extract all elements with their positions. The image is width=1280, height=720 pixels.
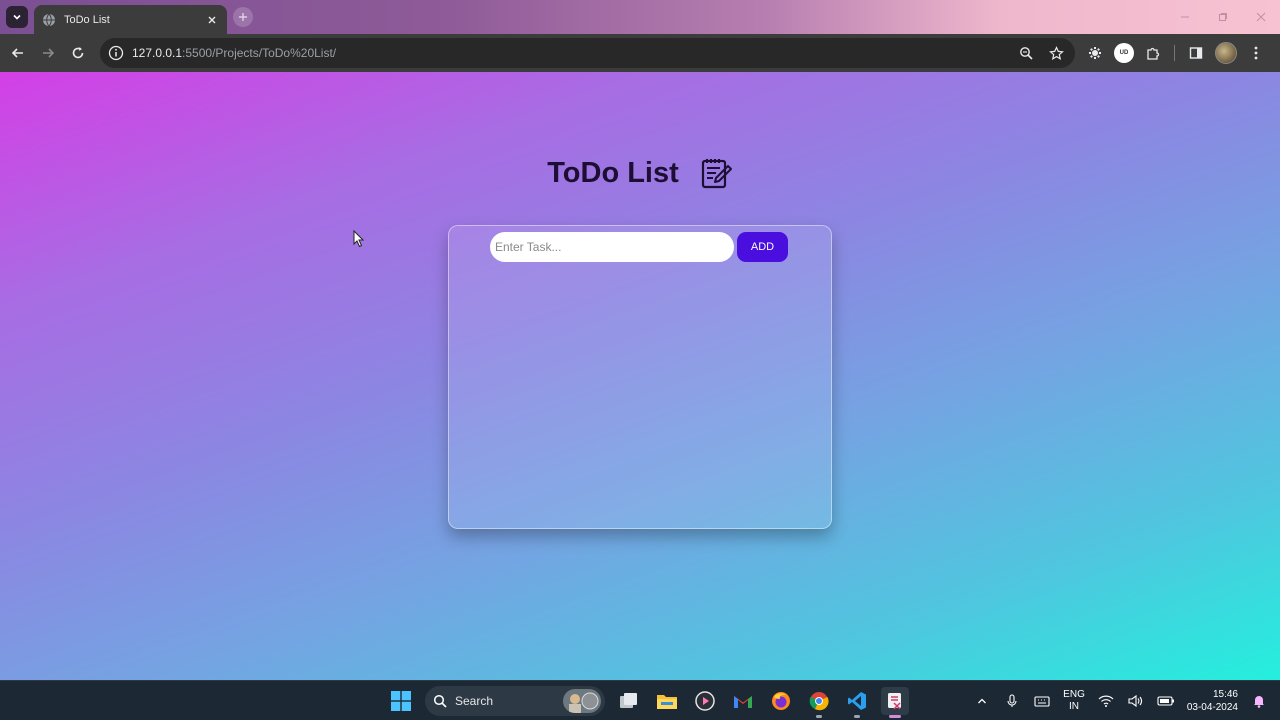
taskbar-task-view[interactable] bbox=[615, 687, 643, 715]
url-host: 127.0.0.1 bbox=[132, 46, 183, 60]
bookmark-star-icon[interactable] bbox=[1047, 44, 1065, 62]
minimize-icon bbox=[1181, 16, 1189, 18]
wifi-icon[interactable] bbox=[1097, 692, 1115, 710]
chevron-down-icon bbox=[13, 14, 21, 20]
clock-date: 03-04-2024 bbox=[1186, 702, 1238, 713]
extension-badge-icon[interactable]: UD bbox=[1114, 43, 1134, 63]
language-indicator[interactable]: ENG IN bbox=[1063, 689, 1085, 713]
microphone-icon[interactable] bbox=[1003, 692, 1021, 710]
play-circle-icon bbox=[695, 691, 715, 711]
taskbar-media-player[interactable] bbox=[691, 687, 719, 715]
arrow-left-icon bbox=[11, 48, 23, 58]
task-view-icon bbox=[620, 693, 637, 708]
notepad-pencil-icon bbox=[699, 156, 733, 190]
browser-toolbar: 127.0.0.1:5500/Projects/ToDo%20List/ UD bbox=[0, 34, 1280, 72]
reload-icon bbox=[72, 47, 84, 59]
search-icon bbox=[433, 694, 447, 708]
menu-dots-icon[interactable] bbox=[1247, 44, 1265, 62]
arrow-right-icon bbox=[43, 48, 55, 58]
close-tab-icon[interactable] bbox=[205, 13, 219, 27]
battery-icon[interactable] bbox=[1157, 692, 1175, 710]
forward-button[interactable] bbox=[37, 42, 59, 64]
taskbar-chrome[interactable] bbox=[805, 687, 833, 718]
page-viewport: ToDo List ADD bbox=[0, 72, 1280, 680]
browser-tabstrip: ToDo List bbox=[0, 0, 1280, 34]
chrome-icon bbox=[809, 692, 829, 711]
active-indicator bbox=[889, 715, 901, 718]
page-title: ToDo List bbox=[547, 156, 679, 189]
keyboard-icon[interactable] bbox=[1033, 692, 1051, 710]
extensions-puzzle-icon[interactable] bbox=[1144, 44, 1162, 62]
taskbar-clock[interactable]: 15:46 03-04-2024 bbox=[1187, 688, 1238, 714]
tab-title: ToDo List bbox=[64, 13, 110, 26]
taskbar-file-explorer[interactable] bbox=[653, 687, 681, 715]
site-info-icon[interactable] bbox=[108, 45, 124, 61]
window-controls bbox=[1166, 0, 1280, 34]
address-bar[interactable]: 127.0.0.1:5500/Projects/ToDo%20List/ bbox=[100, 38, 1075, 68]
snipping-tool-icon bbox=[888, 693, 901, 710]
system-tray: ENG IN 15:46 03-04-2024 bbox=[973, 681, 1280, 720]
gmail-icon bbox=[734, 696, 752, 708]
search-label: Search bbox=[455, 694, 494, 708]
region-code: IN bbox=[1069, 701, 1079, 712]
url-path: :5500/Projects/ToDo%20List/ bbox=[182, 46, 337, 60]
back-button[interactable] bbox=[7, 42, 29, 64]
mouse-cursor-icon bbox=[353, 230, 365, 248]
add-task-button[interactable]: ADD bbox=[737, 232, 788, 262]
tab-todo-list[interactable]: ToDo List bbox=[34, 5, 227, 34]
vscode-icon bbox=[848, 692, 866, 710]
close-window-button[interactable] bbox=[1242, 0, 1280, 34]
firefox-icon bbox=[772, 692, 790, 710]
tab-search-button[interactable] bbox=[6, 6, 28, 28]
page-heading: ToDo List bbox=[0, 156, 1280, 190]
running-indicator bbox=[854, 715, 860, 718]
todo-card: ADD bbox=[448, 225, 832, 529]
volume-icon[interactable] bbox=[1127, 692, 1145, 710]
taskbar-firefox[interactable] bbox=[767, 687, 795, 715]
reload-button[interactable] bbox=[67, 42, 89, 64]
chevron-up-icon[interactable] bbox=[973, 692, 991, 710]
taskbar-vscode[interactable] bbox=[843, 687, 871, 718]
url-text: 127.0.0.1:5500/Projects/ToDo%20List/ bbox=[132, 46, 336, 60]
notification-bell-icon[interactable] bbox=[1250, 692, 1268, 710]
running-indicator bbox=[816, 715, 822, 718]
taskbar-snipping-tool[interactable] bbox=[881, 687, 909, 718]
search-highlight-image bbox=[563, 689, 601, 713]
windows-taskbar: Search ENG IN 15:46 03-04-2024 bbox=[0, 680, 1280, 720]
zoom-icon[interactable] bbox=[1017, 44, 1035, 62]
language-code: ENG bbox=[1063, 689, 1085, 700]
restore-button[interactable] bbox=[1204, 0, 1242, 34]
plus-icon bbox=[239, 13, 247, 21]
restore-icon bbox=[1219, 13, 1227, 21]
start-button[interactable] bbox=[387, 687, 415, 715]
toolbar-separator bbox=[1174, 45, 1175, 61]
clock-time: 15:46 bbox=[1212, 689, 1238, 700]
side-panel-icon[interactable] bbox=[1187, 44, 1205, 62]
extension-badge-text: UD bbox=[1119, 50, 1129, 56]
minimize-button[interactable] bbox=[1166, 0, 1204, 34]
taskbar-gmail[interactable] bbox=[729, 687, 757, 715]
profile-avatar[interactable] bbox=[1215, 42, 1237, 64]
task-input[interactable] bbox=[490, 232, 734, 262]
close-icon bbox=[1256, 12, 1266, 22]
settings-gear-icon[interactable] bbox=[1086, 44, 1104, 62]
windows-logo-icon bbox=[391, 691, 411, 711]
folder-icon bbox=[657, 695, 677, 709]
taskbar-search[interactable]: Search bbox=[425, 686, 605, 716]
new-tab-button[interactable] bbox=[233, 7, 253, 27]
globe-icon bbox=[42, 13, 56, 27]
